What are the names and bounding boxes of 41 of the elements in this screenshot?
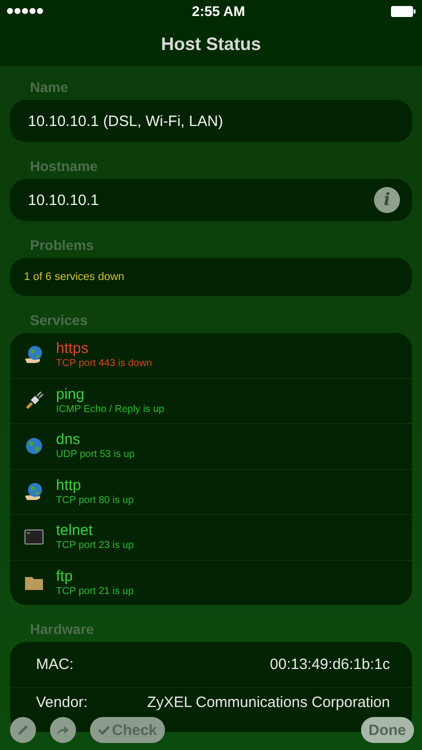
hardware-label: Vendor: — [36, 694, 88, 711]
edit-button[interactable] — [10, 717, 36, 743]
done-button[interactable]: Done — [360, 717, 414, 743]
service-detail: TCP port 80 is up — [56, 494, 134, 507]
service-detail: ICMP Echo / Reply is up — [56, 402, 164, 416]
globe-in-hand-icon — [24, 345, 44, 366]
info-button[interactable]: i — [374, 187, 400, 213]
terminal-icon — [24, 529, 44, 546]
section-header: Hardware — [29, 622, 95, 639]
service-name: https — [56, 340, 90, 358]
share-button[interactable] — [50, 717, 76, 743]
service-name: ftp — [56, 568, 74, 585]
service-detail: TCP port 23 is up — [56, 539, 134, 552]
hostname-value: 10.10.10.1 — [28, 192, 99, 208]
globe-in-hand-icon — [24, 482, 44, 502]
section-header: Services — [29, 313, 89, 330]
folder-icon — [24, 574, 44, 591]
section-header: Name — [29, 80, 70, 97]
service-detail: TCP port 443 is down — [56, 357, 152, 370]
status-time: 2:55 AM — [192, 3, 246, 19]
service-name: telnet — [56, 522, 94, 540]
battery-icon — [390, 6, 416, 16]
checkmark-icon — [98, 725, 110, 735]
signal-icon — [6, 7, 46, 15]
globe-icon — [24, 436, 44, 456]
service-detail: UDP port 53 is up — [56, 448, 135, 462]
plug-icon — [24, 390, 44, 411]
service-name: dns — [56, 431, 82, 448]
pencil-icon — [16, 723, 30, 737]
service-name: http — [56, 476, 82, 494]
section-header: Problems — [29, 238, 95, 255]
hardware-label: MAC: — [36, 656, 74, 673]
service-name: ping — [56, 386, 84, 403]
hardware-value: ZyXEL Communications Corporation — [147, 694, 390, 711]
name-value: 10.10.10.1 (DSL, Wi-Fi, LAN) — [28, 112, 224, 130]
section-header: Hostname — [29, 159, 99, 176]
share-arrow-icon — [56, 724, 70, 736]
problems-text: 1 of 6 services down — [24, 271, 124, 283]
hardware-value: 00:13:49:d6:1b:1c — [270, 656, 390, 673]
nav-title: Host Status — [160, 34, 261, 54]
service-detail: TCP port 21 is up — [56, 584, 134, 598]
